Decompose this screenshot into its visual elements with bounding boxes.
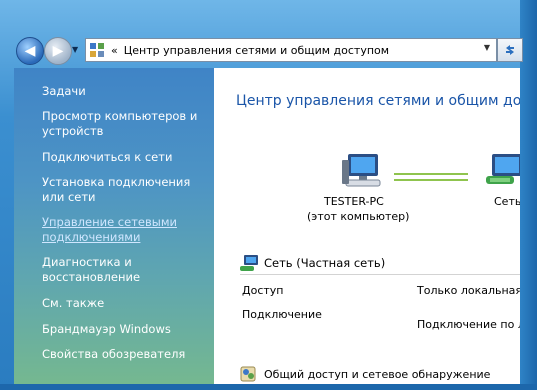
sidebar-item-manage-connections[interactable]: Управление сетевыми подключениями xyxy=(42,215,212,245)
sidebar-item-connect-network[interactable]: Подключиться к сети xyxy=(42,150,212,165)
connection-line xyxy=(394,173,468,181)
network-name: Сеть (Частная сеть) xyxy=(264,256,386,270)
network-icon[interactable] xyxy=(484,150,520,193)
network-status-icon xyxy=(240,255,258,271)
arrow-right-icon: ▶ xyxy=(52,43,64,59)
main-pane: Центр управления сетями и общим досту TE… xyxy=(214,68,520,390)
connection-value[interactable]: Подключение по л xyxy=(417,318,520,331)
network-node-name: Сеть xyxy=(494,195,520,208)
connection-label: Подключение xyxy=(242,308,322,321)
arrow-left-icon: ◀ xyxy=(24,43,36,59)
network-header: Сеть (Частная сеть) xyxy=(240,254,385,272)
access-label: Доступ xyxy=(242,284,284,297)
computer-subtitle: (этот компьютер) xyxy=(307,210,410,223)
window-frame-bottom xyxy=(0,384,537,390)
content-window: Задачи Просмотр компьютеров и устройств … xyxy=(14,68,520,390)
sidebar-item-diagnose[interactable]: Диагностика и восстановление xyxy=(42,255,212,285)
computer-icon[interactable] xyxy=(342,150,382,193)
task-sidebar: Задачи Просмотр компьютеров и устройств … xyxy=(14,68,214,390)
sharing-icon xyxy=(240,366,256,382)
breadcrumb-path[interactable]: Центр управления сетями и общим доступом xyxy=(124,44,389,57)
chevron-down-icon: ▼ xyxy=(72,45,79,54)
refresh-button[interactable] xyxy=(497,38,523,62)
divider xyxy=(240,274,520,275)
address-bar[interactable]: « Центр управления сетями и общим доступ… xyxy=(85,38,497,62)
forward-button[interactable]: ▶ xyxy=(44,37,72,65)
refresh-icon xyxy=(506,45,514,55)
breadcrumb-separator[interactable]: « xyxy=(111,44,118,57)
sharing-section-title: Общий доступ и сетевое обнаружение xyxy=(264,367,491,381)
sharing-section-header: Общий доступ и сетевое обнаружение xyxy=(240,366,490,382)
back-button[interactable]: ◀ xyxy=(16,37,44,65)
address-dropdown-icon[interactable]: ▼ xyxy=(484,43,490,52)
access-value: Только локальная xyxy=(417,284,520,297)
sidebar-item-firewall[interactable]: Брандмауэр Windows xyxy=(42,322,212,337)
page-title: Центр управления сетями и общим досту xyxy=(236,93,520,109)
sidebar-item-internet-options[interactable]: Свойства обозревателя xyxy=(42,347,212,362)
sidebar-item-setup-connection[interactable]: Установка подключения или сети xyxy=(42,175,212,205)
recent-pages-button[interactable]: ▼ xyxy=(72,45,82,55)
sidebar-heading-see-also: См. также xyxy=(42,296,105,310)
sidebar-heading-tasks: Задачи xyxy=(42,84,86,98)
computer-name: TESTER-PC xyxy=(324,195,384,208)
navigation-toolbar: ◀ ▶ ▼ « Центр управления сетями и общим … xyxy=(14,36,523,65)
control-panel-icon xyxy=(89,42,105,58)
sidebar-item-view-computers[interactable]: Просмотр компьютеров и устройств xyxy=(42,109,212,139)
